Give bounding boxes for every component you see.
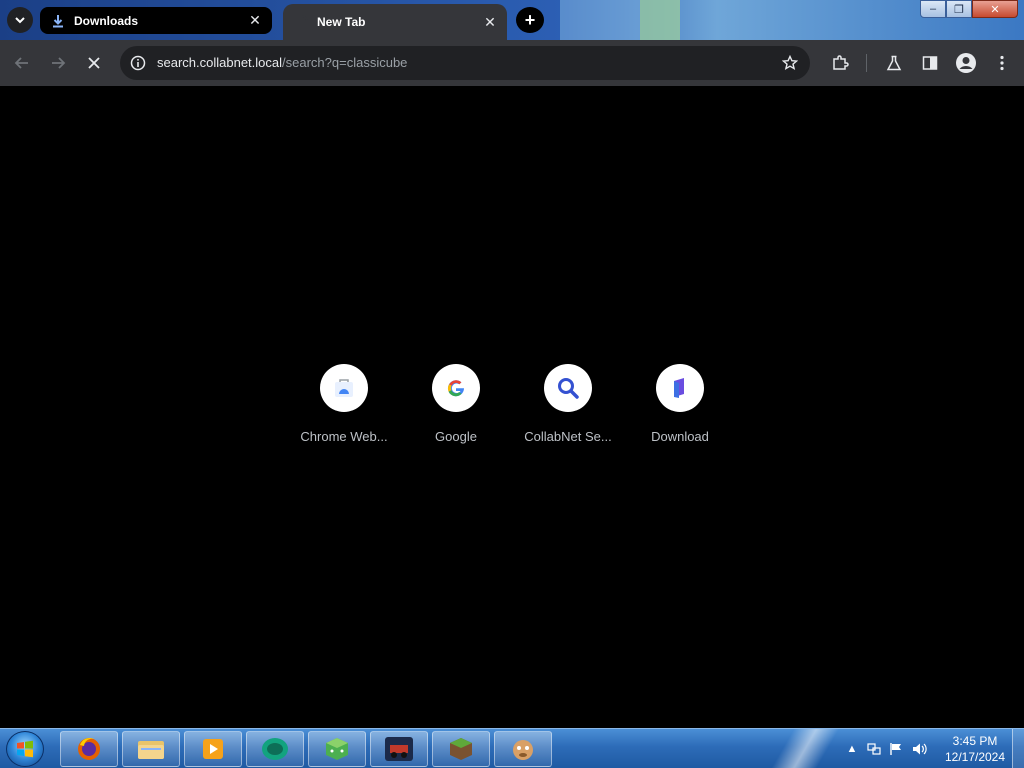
taskbar-app-4[interactable] bbox=[246, 731, 304, 767]
start-button[interactable] bbox=[6, 731, 44, 767]
arrow-left-icon bbox=[14, 57, 28, 69]
taskbar-glare bbox=[760, 729, 850, 768]
green-dice-icon bbox=[326, 738, 348, 760]
shortcut-tile[interactable]: Download bbox=[624, 364, 736, 450]
download-app-icon bbox=[656, 364, 704, 412]
cartoon-icon bbox=[513, 740, 533, 760]
extensions-icon[interactable] bbox=[829, 52, 851, 74]
forward-button[interactable] bbox=[44, 49, 72, 77]
minimize-button[interactable]: – bbox=[920, 0, 946, 18]
taskbar-app-explorer[interactable] bbox=[122, 731, 180, 767]
grass-block-icon bbox=[450, 738, 472, 760]
show-hidden-icons-icon[interactable]: ▲ bbox=[844, 741, 860, 757]
volume-icon[interactable] bbox=[912, 741, 928, 757]
browser-toolbar: search.collabnet.local/search?q=classicu… bbox=[0, 40, 1024, 86]
media-player-icon bbox=[203, 739, 223, 759]
arrow-right-icon bbox=[52, 57, 66, 69]
game-truck-icon bbox=[385, 737, 413, 761]
chrome-web-store-icon bbox=[320, 364, 368, 412]
shortcut-label: CollabNet Se... bbox=[524, 429, 612, 444]
shortcut-label: Download bbox=[651, 429, 709, 444]
site-info-icon[interactable] bbox=[128, 53, 148, 73]
taskbar-app-8[interactable] bbox=[494, 731, 552, 767]
window-controls: – ❐ ✕ bbox=[920, 0, 1018, 18]
plus-icon: + bbox=[524, 9, 536, 30]
tab-new-tab[interactable]: New Tab ✕ bbox=[283, 4, 507, 40]
toolbar-divider bbox=[866, 54, 867, 72]
green-circle-icon bbox=[262, 738, 288, 760]
desktop-background-accent bbox=[640, 0, 680, 40]
address-bar[interactable]: search.collabnet.local/search?q=classicu… bbox=[120, 46, 810, 80]
url-host: search.collabnet.local bbox=[157, 55, 283, 70]
system-tray: ▲ 3:45 PM 12/17/2024 bbox=[840, 729, 1024, 768]
close-window-button[interactable]: ✕ bbox=[972, 0, 1018, 18]
new-tab-button[interactable]: + bbox=[516, 7, 544, 33]
folder-icon bbox=[138, 741, 164, 759]
taskbar-app-media[interactable] bbox=[184, 731, 242, 767]
search-icon bbox=[544, 364, 592, 412]
tab-title: New Tab bbox=[317, 15, 366, 29]
shortcut-tile[interactable]: Google bbox=[400, 364, 512, 450]
firefox-icon bbox=[78, 737, 100, 760]
clock-time: 3:45 PM bbox=[952, 734, 998, 748]
show-desktop-button[interactable] bbox=[1012, 729, 1024, 768]
side-panel-icon[interactable] bbox=[919, 52, 941, 74]
shortcut-label: Google bbox=[435, 429, 477, 444]
download-icon bbox=[50, 13, 66, 29]
chevron-down-icon bbox=[15, 17, 25, 24]
network-icon[interactable] bbox=[866, 741, 882, 757]
shortcut-tile[interactable]: CollabNet Se... bbox=[512, 364, 624, 450]
tab-downloads[interactable]: Downloads ✕ bbox=[40, 7, 272, 34]
tab-strip: Downloads ✕ New Tab ✕ + – ❐ ✕ bbox=[0, 0, 1024, 40]
bookmark-star-icon[interactable] bbox=[780, 53, 800, 73]
windows-logo-icon bbox=[17, 740, 33, 758]
taskbar: ▲ 3:45 PM 12/17/2024 bbox=[0, 728, 1024, 768]
taskbar-app-firefox[interactable] bbox=[60, 731, 118, 767]
stop-loading-button[interactable] bbox=[80, 49, 108, 77]
shortcut-label: Chrome Web... bbox=[300, 429, 388, 444]
profile-avatar-icon[interactable] bbox=[955, 52, 977, 74]
back-button[interactable] bbox=[8, 49, 36, 77]
clock-date: 12/17/2024 bbox=[944, 750, 1006, 764]
close-tab-icon[interactable]: ✕ bbox=[481, 13, 499, 31]
taskbar-app-6[interactable] bbox=[370, 731, 428, 767]
new-tab-page: Chrome Web... Google CollabNet Se... Dow… bbox=[0, 86, 1024, 728]
loading-icon bbox=[293, 14, 309, 30]
google-icon bbox=[432, 364, 480, 412]
labs-flask-icon[interactable] bbox=[883, 52, 905, 74]
close-tab-icon[interactable]: ✕ bbox=[246, 12, 264, 30]
clock[interactable]: 3:45 PM 12/17/2024 bbox=[940, 733, 1010, 765]
url-path: /search?q=classicube bbox=[282, 55, 408, 70]
action-center-flag-icon[interactable] bbox=[888, 741, 904, 757]
url-text[interactable]: search.collabnet.local/search?q=classicu… bbox=[157, 55, 407, 70]
restore-button[interactable]: ❐ bbox=[946, 0, 972, 18]
shortcut-tile[interactable]: Chrome Web... bbox=[288, 364, 400, 450]
tab-search-button[interactable] bbox=[7, 7, 33, 33]
menu-kebab-icon[interactable] bbox=[991, 52, 1013, 74]
taskbar-app-5[interactable] bbox=[308, 731, 366, 767]
taskbar-app-minecraft[interactable] bbox=[432, 731, 490, 767]
tab-title: Downloads bbox=[74, 13, 139, 28]
close-icon bbox=[88, 57, 100, 69]
